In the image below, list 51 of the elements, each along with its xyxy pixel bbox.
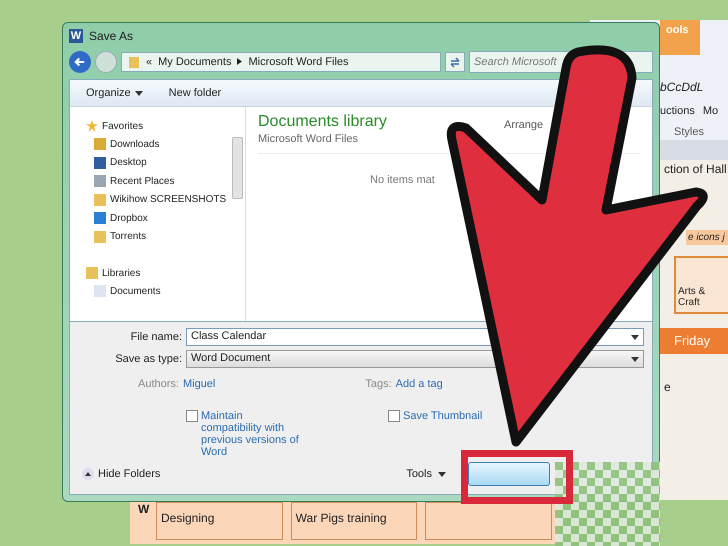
authors-link[interactable]: Miguel	[182, 378, 216, 390]
chevron-icon	[237, 58, 242, 66]
checkbox-label[interactable]: Save Thumbnail	[403, 410, 482, 422]
table-cell: Designing	[156, 502, 283, 540]
row-label: W	[138, 502, 148, 518]
window-title: Save As	[89, 28, 134, 43]
table-cell-text: e	[663, 379, 672, 396]
sidebar-item[interactable]: Dropbox	[86, 209, 245, 228]
address-bar[interactable]: « My Documents Microsoft Word Files	[121, 52, 441, 72]
banner-text: e icons j	[686, 230, 728, 245]
checkbox[interactable]	[186, 410, 198, 422]
toolbar-button[interactable]: Organize	[86, 87, 143, 100]
library-title: Documents library	[258, 113, 387, 132]
sidebar-group[interactable]: Favorites	[86, 117, 245, 136]
day-header: Friday	[660, 328, 728, 354]
sidebar-item[interactable]: Desktop	[86, 154, 245, 172]
arrange-label[interactable]: Arrange	[504, 119, 544, 132]
caret-icon	[631, 356, 639, 362]
empty-message: No items mat	[369, 174, 436, 186]
ribbon-item[interactable]: Mo	[702, 105, 718, 117]
clipart-tile: Arts & Craft	[674, 256, 728, 314]
caret-icon	[631, 334, 639, 340]
checkbox-label[interactable]: Maintain compatibility with previous versions of Word	[201, 410, 306, 458]
table-cell: War Pigs training	[290, 502, 418, 540]
sidebar-item[interactable]: Documents	[86, 282, 245, 301]
word-icon: W	[69, 28, 83, 43]
tags-label: Tags:	[365, 378, 392, 390]
hide-folders-button[interactable]: Hide Folders	[82, 468, 160, 480]
style-preview[interactable]: bCcDdL	[660, 80, 704, 94]
checkbox[interactable]	[388, 410, 400, 422]
toolbar-button[interactable]: New folder	[168, 87, 222, 100]
scrollbar[interactable]	[232, 137, 243, 200]
back-icon[interactable]	[69, 50, 91, 73]
refresh-icon[interactable]	[445, 52, 465, 72]
caret-icon	[438, 472, 446, 477]
caret-icon	[134, 90, 143, 96]
group-label: Styles	[674, 126, 704, 138]
save-button[interactable]	[468, 462, 550, 486]
tags-link[interactable]: Add a tag	[396, 378, 443, 390]
folder-icon	[128, 54, 140, 69]
field-label: File name:	[130, 331, 182, 343]
table-cell-text: ction of Hall	[663, 161, 728, 178]
sidebar-item[interactable]: Wikihow SCREENSHOTS	[86, 190, 245, 210]
sidebar-item[interactable]: Downloads	[86, 135, 245, 154]
sidebar-item[interactable]: Torrents	[86, 228, 245, 246]
authors-label: Authors:	[138, 378, 179, 390]
field-label: Save as type:	[114, 353, 182, 365]
tools-menu[interactable]: Tools	[406, 468, 446, 480]
sidebar-group[interactable]: Libraries	[86, 264, 245, 282]
ribbon-item[interactable]: uctions	[660, 105, 695, 117]
sidebar-item[interactable]: Recent Places	[86, 172, 245, 191]
